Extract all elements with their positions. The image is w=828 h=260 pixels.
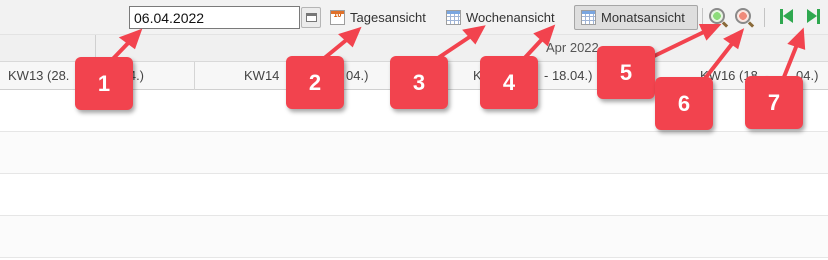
callout-badge-2: 2	[286, 56, 344, 109]
toolbar: 06.04.2022 10 Tagesansicht Wochenansicht…	[0, 0, 828, 34]
week-calendar-icon	[446, 10, 461, 25]
week-view-label: Wochenansicht	[466, 10, 555, 25]
first-page-icon[interactable]	[780, 9, 794, 24]
day-view-label: Tagesansicht	[350, 10, 426, 25]
month-view-label: Monatsansicht	[601, 10, 685, 25]
date-picker-button[interactable]	[301, 7, 321, 28]
callout-badge-5: 5	[597, 46, 655, 99]
week-header-kw13: KW13 (28.	[8, 68, 70, 83]
week-header-kw15-end: - 18.04.)	[544, 68, 593, 83]
callout-badge-7: 7	[745, 76, 803, 129]
timeline-row	[0, 174, 828, 216]
callout-badge-4: 4	[480, 56, 538, 109]
timeline-row	[0, 216, 828, 258]
last-page-icon[interactable]	[806, 9, 820, 24]
week-divider	[194, 62, 195, 90]
callout-badge-6: 6	[655, 77, 713, 130]
week-view-button[interactable]: Wochenansicht	[445, 5, 567, 30]
week-header-kw14-end: 04.)	[346, 68, 369, 83]
week-header-kw14: KW14	[244, 68, 280, 83]
toolbar-separator	[702, 8, 703, 27]
timeline-row	[0, 132, 828, 174]
callout-badge-3: 3	[390, 56, 448, 109]
callout-badge-1: 1	[75, 57, 133, 110]
date-input[interactable]: 06.04.2022	[129, 6, 300, 29]
zoom-out-icon[interactable]	[735, 8, 751, 24]
month-view-button[interactable]: Monatsansicht	[574, 5, 698, 30]
zoom-in-icon[interactable]	[709, 8, 725, 24]
toolbar-separator	[764, 8, 765, 27]
day-calendar-icon: 10	[330, 10, 345, 25]
month-calendar-icon	[581, 10, 596, 25]
day-view-button[interactable]: 10 Tagesansicht	[329, 5, 433, 30]
month-label: Apr 2022	[546, 40, 599, 55]
calendar-picker-icon	[306, 13, 317, 22]
